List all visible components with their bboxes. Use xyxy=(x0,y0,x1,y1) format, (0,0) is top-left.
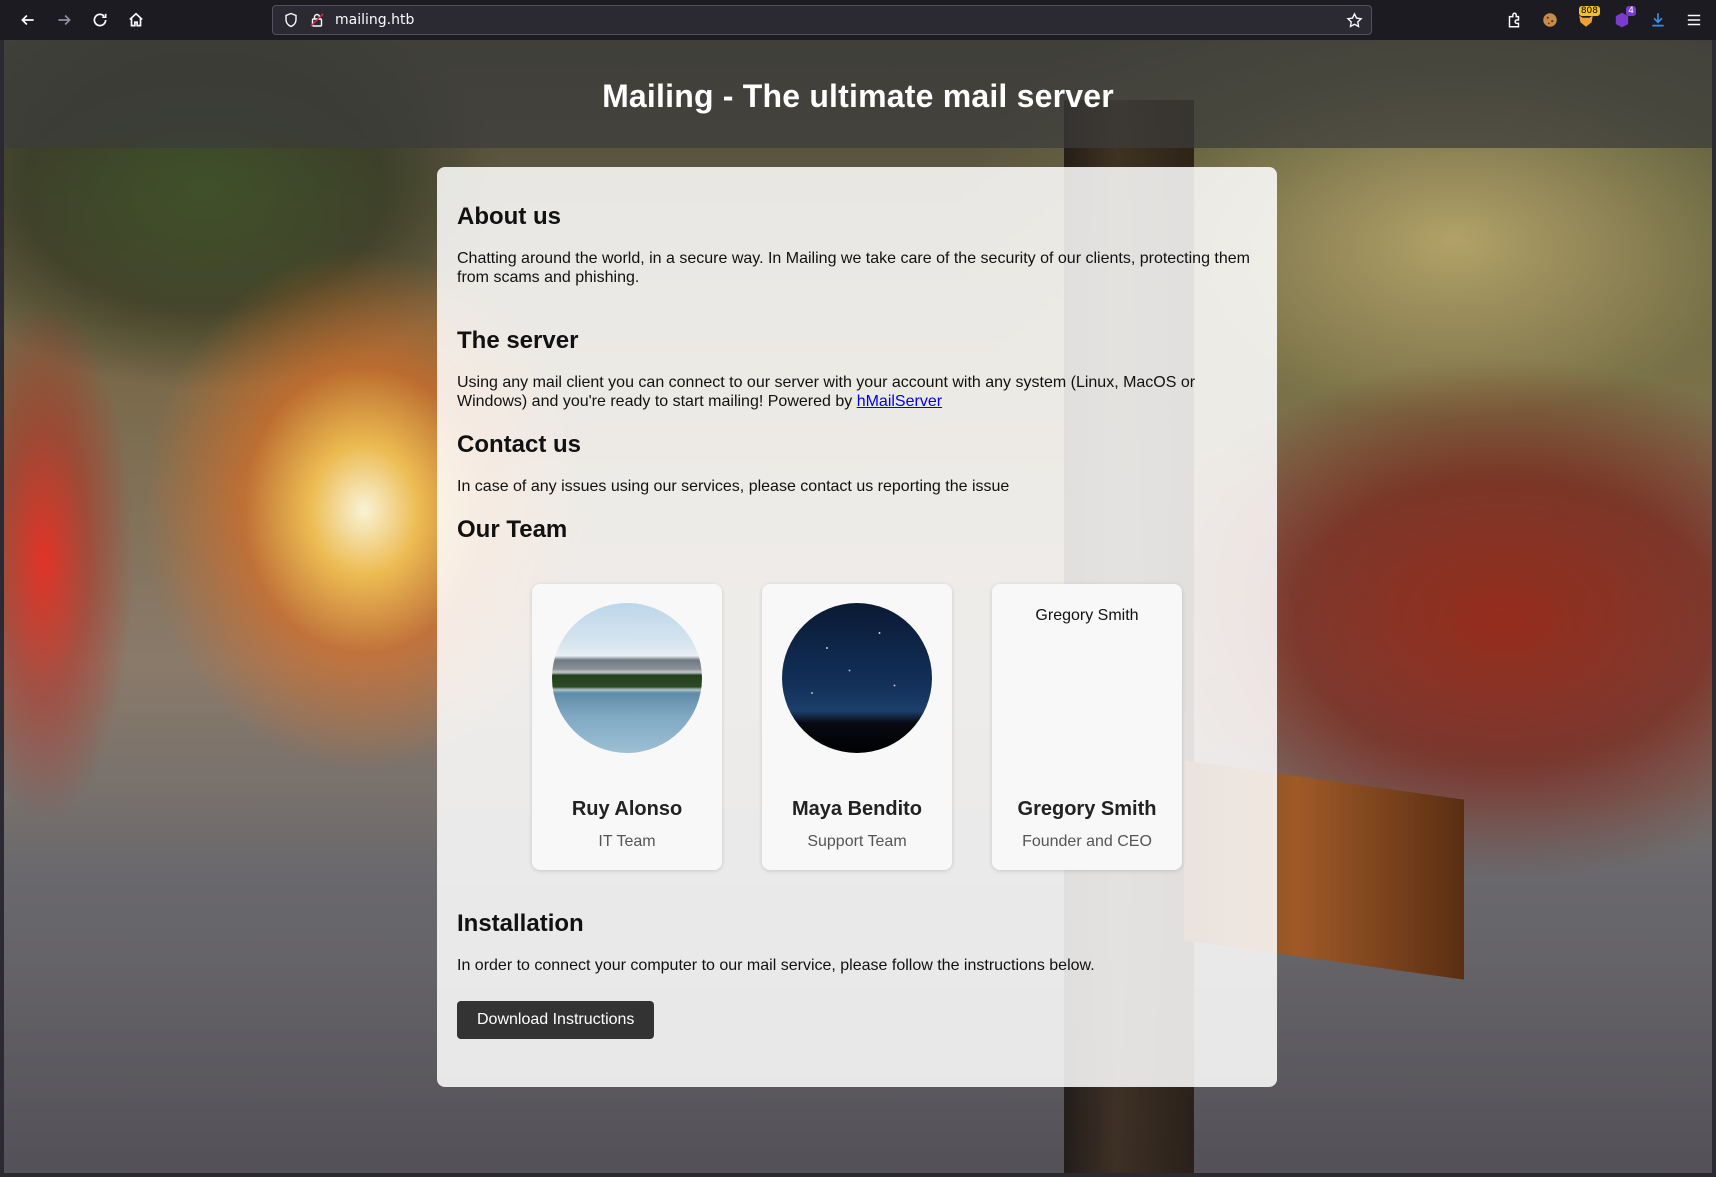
installation-section: Installation In order to connect your co… xyxy=(457,910,1257,1039)
team-member-card: Maya Bendito Support Team xyxy=(762,584,952,870)
arrow-right-icon xyxy=(58,14,71,26)
member-name: Ruy Alonso xyxy=(571,798,683,820)
back-button[interactable] xyxy=(10,2,46,38)
site-title: Mailing - The ultimate mail server xyxy=(602,77,1114,114)
extensions-button[interactable] xyxy=(1498,4,1530,36)
about-section: About us Chatting around the world, in a… xyxy=(457,203,1257,287)
about-text: Chatting around the world, in a secure w… xyxy=(457,250,1250,286)
arrow-left-icon xyxy=(21,14,34,26)
extension-badge: 808 xyxy=(1578,6,1600,16)
avatar-night-sky xyxy=(782,603,932,753)
shield-extension-button[interactable]: 4 xyxy=(1606,4,1638,36)
download-instructions-button[interactable]: Download Instructions xyxy=(457,1001,655,1039)
team-heading: Our Team xyxy=(457,516,568,543)
contact-section: Contact us In case of any issues using o… xyxy=(457,431,1257,496)
site-header: Mailing - The ultimate mail server xyxy=(4,40,1712,148)
team-member-card: Gregory Smith Gregory Smith Founder and … xyxy=(992,584,1182,870)
url-bar[interactable]: mailing.htb xyxy=(272,5,1372,35)
extension2-badge: 4 xyxy=(1626,6,1636,16)
avatar-broken-image: Gregory Smith xyxy=(1012,603,1162,753)
puzzle-icon xyxy=(1508,12,1520,28)
fox-extension-button[interactable]: 808 xyxy=(1570,4,1602,36)
server-text-body: Using any mail client you can connect to… xyxy=(457,374,1196,410)
member-role: IT Team xyxy=(598,833,656,850)
server-heading: The server xyxy=(457,327,579,354)
cookie-icon xyxy=(1543,13,1557,27)
content-card: About us Chatting around the world, in a… xyxy=(437,167,1277,1087)
member-role: Support Team xyxy=(807,833,907,850)
installation-heading: Installation xyxy=(457,910,584,937)
server-text: Using any mail client you can connect to… xyxy=(457,373,1257,411)
shield-icon[interactable] xyxy=(283,12,299,28)
member-name: Gregory Smith xyxy=(1017,798,1157,820)
nav-buttons xyxy=(10,2,154,38)
hamburger-menu-icon xyxy=(1687,14,1701,26)
member-name: Maya Bendito xyxy=(791,798,923,820)
team-member-card: Ruy Alonso IT Team xyxy=(532,584,722,870)
about-heading: About us xyxy=(457,203,561,230)
page-viewport: Mailing - The ultimate mail server About… xyxy=(4,40,1712,1173)
hmailserver-link[interactable]: hMailServer xyxy=(857,393,942,410)
contact-heading: Contact us xyxy=(457,431,582,458)
browser-toolbar: mailing.htb 808 4 xyxy=(0,0,1716,40)
forward-button[interactable] xyxy=(46,2,82,38)
installation-text: In order to connect your computer to our… xyxy=(457,957,1095,974)
team-section: Our Team Ruy Alonso IT Team Maya Bendito… xyxy=(457,516,1257,870)
downloads-button[interactable] xyxy=(1642,4,1674,36)
reload-icon xyxy=(93,13,107,27)
home-button[interactable] xyxy=(118,2,154,38)
bookmark-star-icon[interactable] xyxy=(1346,12,1363,29)
server-section: The server Using any mail client you can… xyxy=(457,327,1257,411)
toolbar-right: 808 4 xyxy=(1498,0,1710,40)
reload-button[interactable] xyxy=(82,2,118,38)
team-grid: Ruy Alonso IT Team Maya Bendito Support … xyxy=(457,584,1257,870)
menu-button[interactable] xyxy=(1678,4,1710,36)
cookie-extension-button[interactable] xyxy=(1534,4,1566,36)
url-text[interactable]: mailing.htb xyxy=(335,12,414,28)
download-icon xyxy=(1652,13,1664,27)
member-role: Founder and CEO xyxy=(1022,833,1152,850)
home-icon xyxy=(129,12,143,27)
avatar-alt-text: Gregory Smith xyxy=(1035,607,1139,624)
contact-text: In case of any issues using our services… xyxy=(457,478,1010,495)
lock-insecure-icon[interactable] xyxy=(309,12,325,28)
avatar-mountain-lake xyxy=(552,603,702,753)
